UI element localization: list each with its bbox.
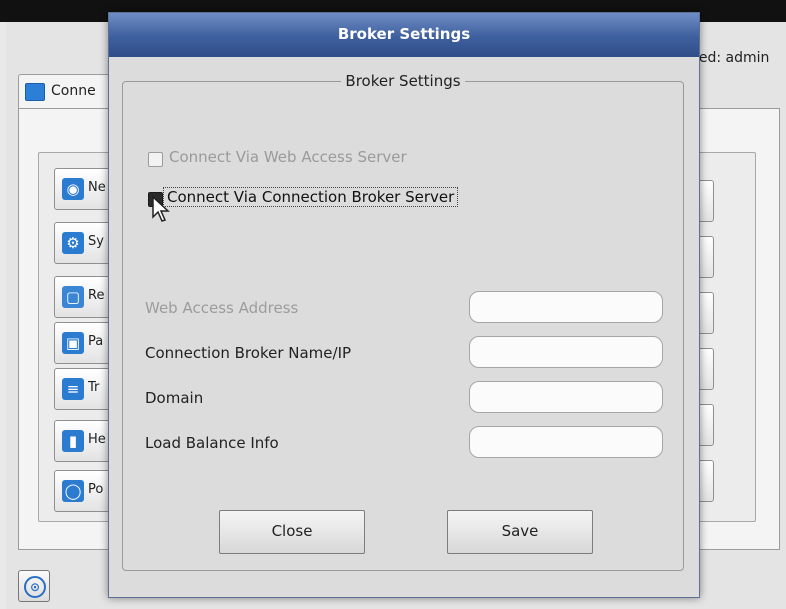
domain-field[interactable] [469,381,663,413]
group-legend: Broker Settings [123,71,683,90]
web-access-address-label: Web Access Address [145,299,299,317]
power-button[interactable]: ⊙ [18,570,50,602]
connection-broker-field[interactable] [469,336,663,368]
save-button[interactable]: Save [447,510,593,554]
network-icon: ◉ [62,178,84,200]
troubleshoot-icon: ≡ [62,378,84,400]
sidebar-item-power[interactable]: ◯ Po [54,470,116,512]
connection-broker-label: Connection Broker Name/IP [145,344,352,362]
close-button[interactable]: Close [219,510,365,554]
web-access-address-field[interactable] [469,291,663,323]
sidebar-item-system[interactable]: ⚙ Sy [54,222,116,264]
system-gear-icon: ⚙ [62,232,84,254]
remote-desktop-icon: ▢ [62,286,84,308]
load-balance-info-field[interactable] [469,426,663,458]
power-icon: ◯ [62,480,84,502]
sidebar-item-network[interactable]: ◉ Ne [54,168,116,210]
logged-in-label: ged: admin [690,50,770,66]
power-icon: ⊙ [24,576,46,598]
domain-label: Domain [145,389,204,407]
sidebar-item-troubleshoot[interactable]: ≡ Tr [54,368,116,410]
group-title: Broker Settings [341,72,465,90]
load-balance-info-label: Load Balance Info [145,434,279,452]
help-icon: ▮ [62,430,84,452]
mouse-cursor-icon [152,195,170,222]
sidebar-item-password[interactable]: ▣ Pa [54,322,116,364]
sidebar-item-help[interactable]: ▮ He [54,420,116,462]
connection-broker-label[interactable]: Connect Via Connection Broker Server [163,187,459,207]
sidebar-item-remote[interactable]: ▢ Re [54,276,116,318]
monitor-icon [25,83,45,101]
dialog-title-bar: Broker Settings [109,13,699,57]
broker-settings-dialog: Broker Settings Broker Settings Connect … [108,12,700,598]
lock-icon: ▣ [62,332,84,354]
web-access-server-label: Connect Via Web Access Server [169,148,407,166]
tab-label: Conne [51,83,96,99]
web-access-server-checkbox[interactable] [148,152,163,167]
tab-connections[interactable]: Conne [18,74,120,109]
